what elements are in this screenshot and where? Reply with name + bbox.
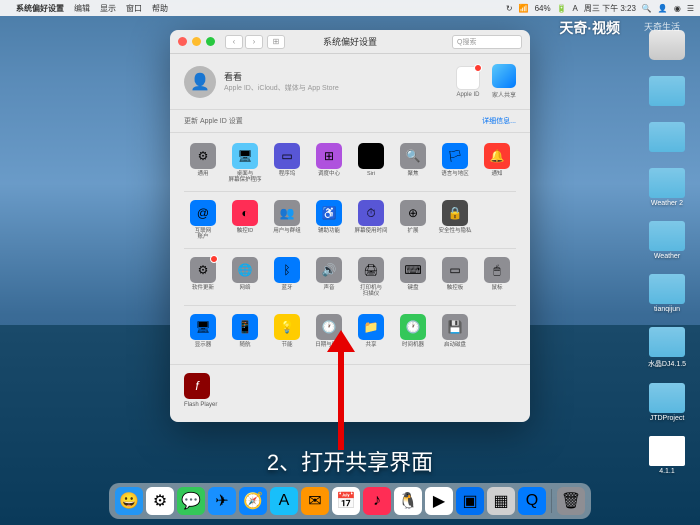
pref-安全性与隐私[interactable]: 🔒安全性与隐私 <box>436 200 474 240</box>
dock-item-12[interactable]: ▦ <box>487 487 515 515</box>
pref-调度中心[interactable]: ⊞调度中心 <box>310 143 348 183</box>
close-button[interactable] <box>178 37 187 46</box>
flash-player-label: Flash Player <box>184 402 516 408</box>
annotation-caption: 2、打开共享界面 <box>267 445 433 477</box>
battery-icon[interactable]: 🔋 <box>557 4 567 13</box>
dock-item-11[interactable]: ▣ <box>456 487 484 515</box>
date-time[interactable]: 周三 下午 3:23 <box>584 3 636 14</box>
battery-text: 64% <box>535 4 551 13</box>
pref-节能[interactable]: 💡节能 <box>268 314 306 354</box>
pref-桌面与屏幕保护程序[interactable]: 🖥桌面与屏幕保护程序 <box>226 143 264 183</box>
pref-软件更新[interactable]: ⚙软件更新 <box>184 257 222 297</box>
system-preferences-window: ‹ › ⊞ 系统偏好设置 Q搜索 👤 看看 Apple ID、iCloud、媒体… <box>170 30 530 422</box>
wifi-icon[interactable]: 📶 <box>519 4 529 13</box>
pref-通用[interactable]: ⚙通用 <box>184 143 222 183</box>
desktop-item[interactable]: Weather 2 <box>646 168 688 207</box>
update-details-link[interactable]: 详细信息... <box>482 116 516 126</box>
dock-item-10[interactable]: ▶ <box>425 487 453 515</box>
forward-button[interactable]: › <box>245 35 263 49</box>
pref-显示器[interactable]: 🖥显示器 <box>184 314 222 354</box>
dock-item-13[interactable]: Q <box>518 487 546 515</box>
annotation-arrow <box>338 350 344 450</box>
dock-item-4[interactable]: 🧭 <box>239 487 267 515</box>
family-sharing-button[interactable]: 家人共享 <box>492 64 516 99</box>
avatar[interactable]: 👤 <box>184 66 216 98</box>
dock-item-1[interactable]: ⚙ <box>146 487 174 515</box>
pref-屏幕使用时间[interactable]: ⏱屏幕使用时间 <box>352 200 390 240</box>
desktop-item[interactable] <box>646 122 688 154</box>
grid-button[interactable]: ⊞ <box>267 35 285 49</box>
menu-edit[interactable]: 编辑 <box>74 3 90 14</box>
badge-icon <box>474 64 482 72</box>
pref-语言与地区[interactable]: 🏳语言与地区 <box>436 143 474 183</box>
dock-item-5[interactable]: A <box>270 487 298 515</box>
account-name: 看看 <box>224 70 456 83</box>
pref-启动磁盘[interactable]: 💾启动磁盘 <box>436 314 474 354</box>
input-icon[interactable]: A <box>573 4 578 13</box>
menu-view[interactable]: 显示 <box>100 3 116 14</box>
pref-共享[interactable]: 📁共享 <box>352 314 390 354</box>
dock-item-3[interactable]: ✈ <box>208 487 236 515</box>
pref-键盘[interactable]: ⌨键盘 <box>394 257 432 297</box>
flash-player-icon[interactable]: f <box>184 373 210 399</box>
sync-icon[interactable]: ↻ <box>506 4 513 13</box>
pref-声音[interactable]: 🔊声音 <box>310 257 348 297</box>
app-menu[interactable]: 系统偏好设置 <box>16 3 64 14</box>
titlebar[interactable]: ‹ › ⊞ 系统偏好设置 Q搜索 <box>170 30 530 54</box>
zoom-button[interactable] <box>206 37 215 46</box>
pref-时间机器[interactable]: 🕐时间机器 <box>394 314 432 354</box>
watermark-primary: 天奇·视频 <box>559 18 620 38</box>
dock: 😀⚙💬✈🧭A✉📅♪🐧▶▣▦Q 🗑 <box>109 483 591 519</box>
siri-icon[interactable]: ◉ <box>674 4 681 13</box>
desktop-item[interactable]: 水晶DJ4.1.5 <box>646 327 688 369</box>
pref-聚焦[interactable]: 🔍聚焦 <box>394 143 432 183</box>
desktop-item[interactable]: Weather <box>646 221 688 260</box>
pref-用户与群组[interactable]: 👥用户与群组 <box>268 200 306 240</box>
dock-item-7[interactable]: 📅 <box>332 487 360 515</box>
account-subtitle: Apple ID、iCloud、媒体与 App Store <box>224 83 456 93</box>
pref-互联网账户[interactable]: @互联网账户 <box>184 200 222 240</box>
desktop-item[interactable] <box>646 30 688 62</box>
dock-item-6[interactable]: ✉ <box>301 487 329 515</box>
update-banner[interactable]: 更新 Apple ID 设置 详细信息... <box>170 110 530 133</box>
pref-随航[interactable]: 📱随航 <box>226 314 264 354</box>
pref-程序坞[interactable]: ▭程序坞 <box>268 143 306 183</box>
pref-辅助功能[interactable]: ♿辅助功能 <box>310 200 348 240</box>
menubar: 系统偏好设置 编辑 显示 窗口 帮助 ↻ 📶 64% 🔋 A 周三 下午 3:2… <box>0 0 700 16</box>
pref-鼠标[interactable]: 🖱鼠标 <box>478 257 516 297</box>
pref-触控板[interactable]: ▭触控板 <box>436 257 474 297</box>
search-icon[interactable]: 🔍 <box>642 4 652 13</box>
dock-item-9[interactable]: 🐧 <box>394 487 422 515</box>
dock-item-14[interactable]: 🗑 <box>557 487 585 515</box>
pref-扩展[interactable]: ⊕扩展 <box>394 200 432 240</box>
apple-id-button[interactable]: Apple ID <box>456 66 480 98</box>
dock-item-2[interactable]: 💬 <box>177 487 205 515</box>
pref-蓝牙[interactable]: ᛒ蓝牙 <box>268 257 306 297</box>
desktop-item[interactable]: tianqijun <box>646 274 688 313</box>
user-icon[interactable]: 👤 <box>658 4 668 13</box>
dock-item-0[interactable]: 😀 <box>115 487 143 515</box>
pref-网络[interactable]: 🌐网络 <box>226 257 264 297</box>
back-button[interactable]: ‹ <box>225 35 243 49</box>
desktop-item[interactable]: 4.1.1 <box>646 436 688 475</box>
menu-window[interactable]: 窗口 <box>126 3 142 14</box>
account-section: 👤 看看 Apple ID、iCloud、媒体与 App Store Apple… <box>170 54 530 110</box>
update-text: 更新 Apple ID 设置 <box>184 116 243 126</box>
minimize-button[interactable] <box>192 37 201 46</box>
notif-icon[interactable]: ☰ <box>687 4 694 13</box>
watermark-secondary: 天奇生活 <box>644 20 680 33</box>
search-input[interactable]: Q搜索 <box>452 35 522 49</box>
pref-打印机与扫描仪[interactable]: 🖨打印机与扫描仪 <box>352 257 390 297</box>
menu-help[interactable]: 帮助 <box>152 3 168 14</box>
dock-item-8[interactable]: ♪ <box>363 487 391 515</box>
pref-Siri[interactable]: ◉Siri <box>352 143 390 183</box>
pref-通知[interactable]: 🔔通知 <box>478 143 516 183</box>
desktop-item[interactable] <box>646 76 688 108</box>
window-title: 系统偏好设置 <box>323 35 377 48</box>
pref-触控ID[interactable]: ◐触控ID <box>226 200 264 240</box>
desktop-item[interactable]: JTDProject <box>646 383 688 422</box>
